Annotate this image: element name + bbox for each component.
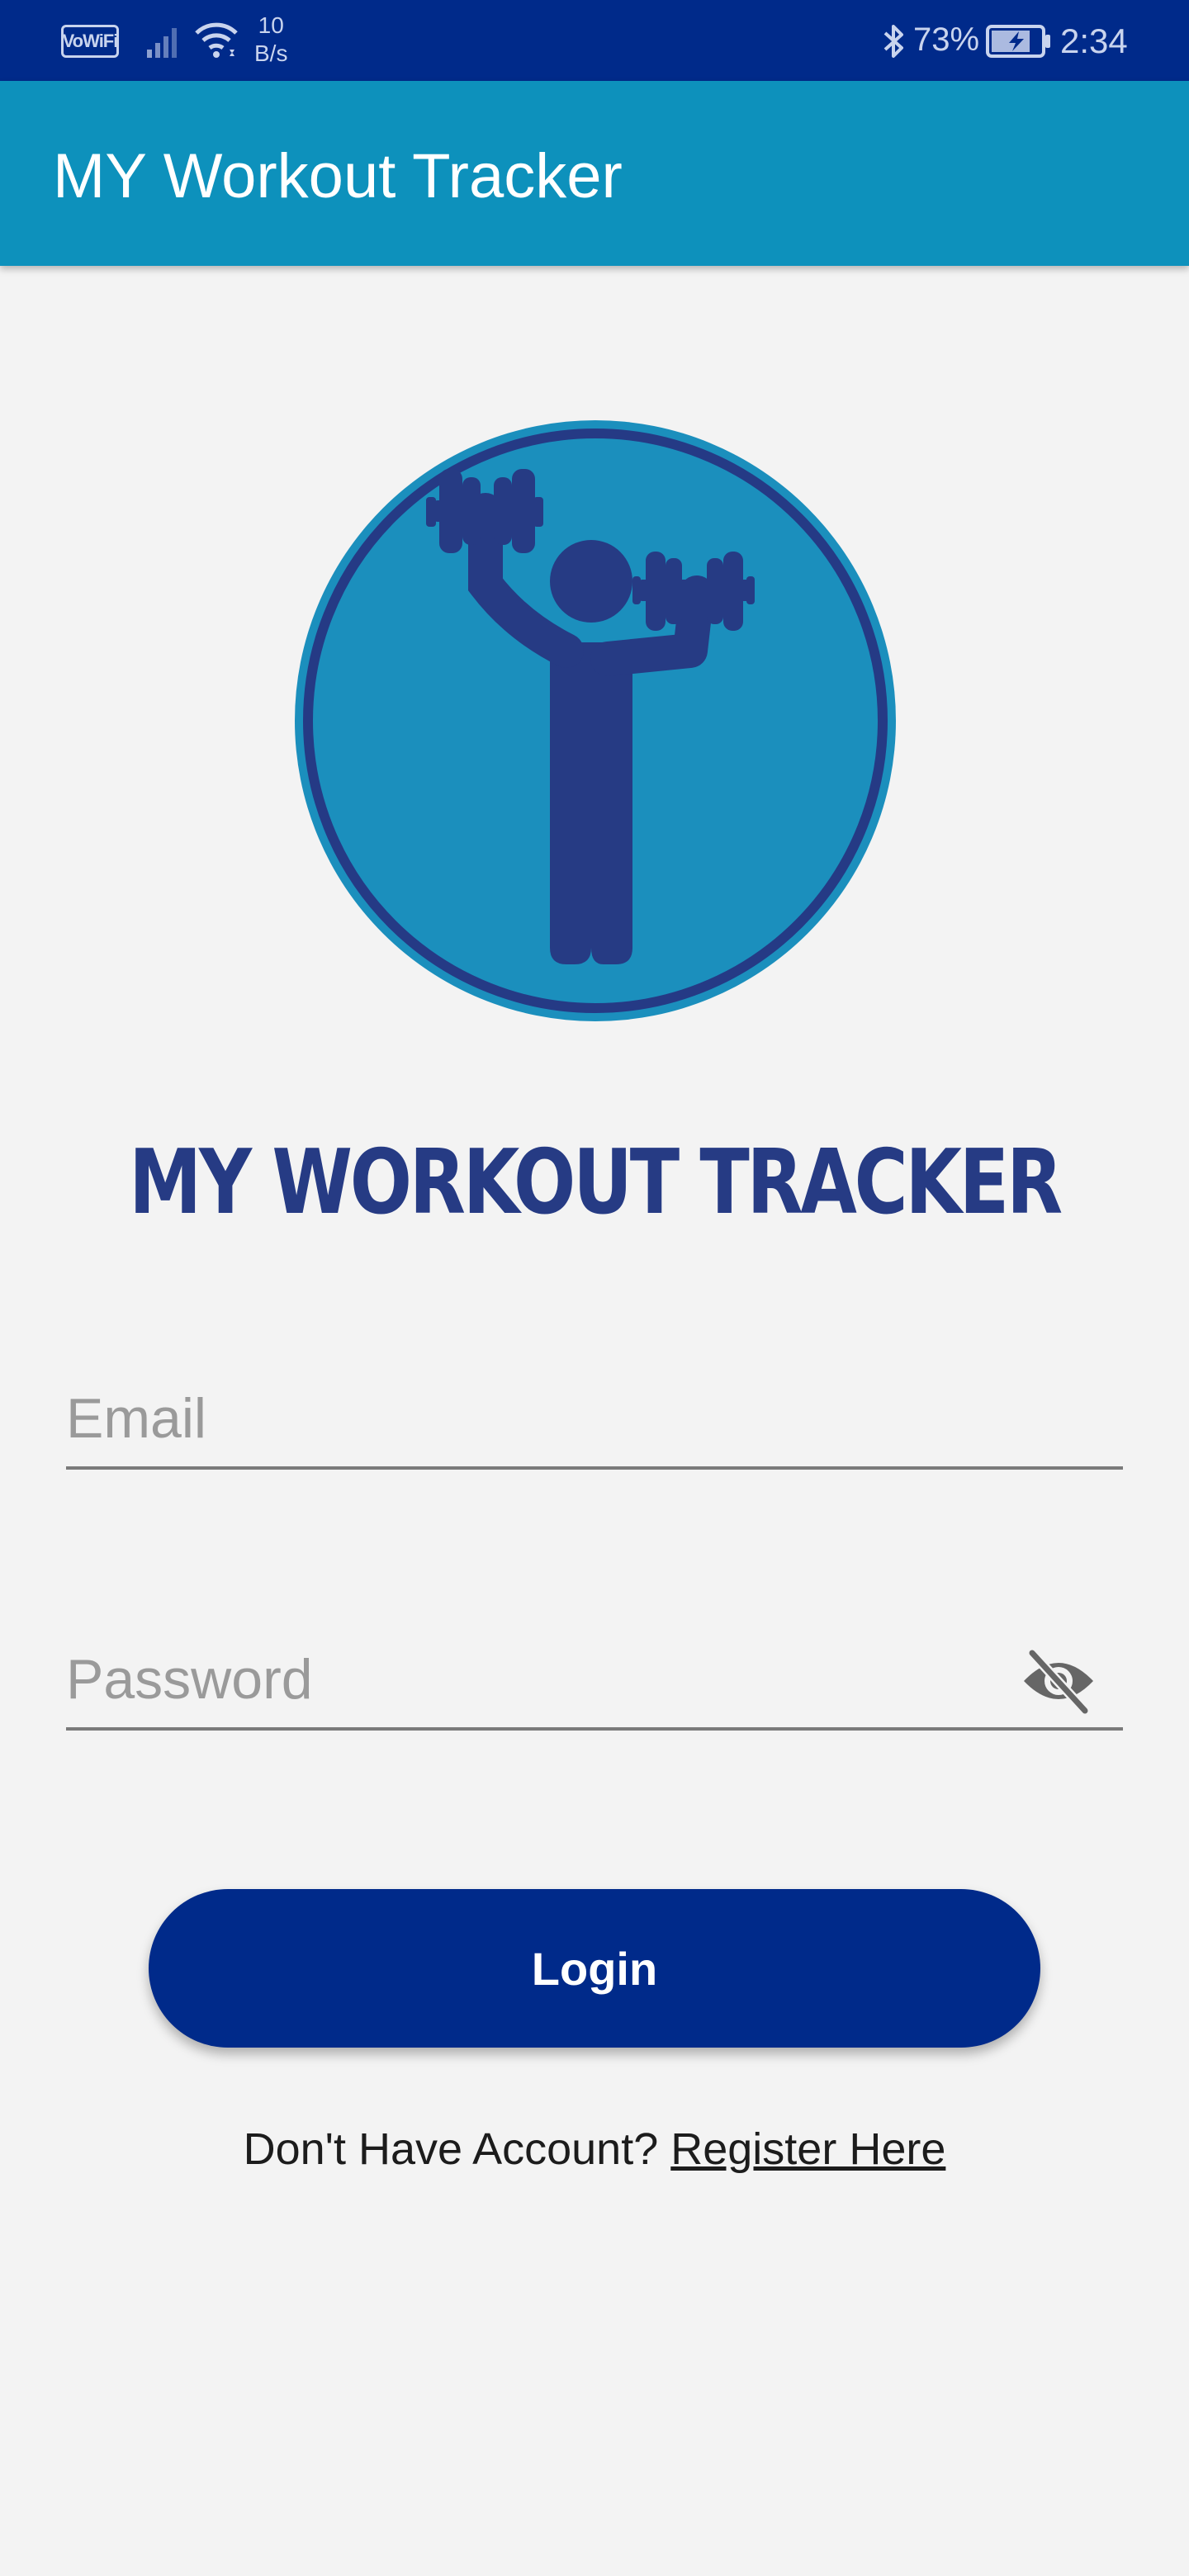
status-bar: VoWiFi 10 B/s 73% 2:34 [0, 0, 1189, 81]
net-speed: 10 B/s [254, 12, 287, 68]
battery-charging-icon [986, 25, 1050, 58]
vowifi-badge: VoWiFi [61, 25, 119, 58]
register-link[interactable]: Register Here [670, 2124, 945, 2174]
dumbbell-lifter-icon [295, 420, 896, 1021]
password-input[interactable] [66, 1631, 1123, 1727]
password-underline [66, 1727, 1123, 1731]
clock: 2:34 [1060, 21, 1128, 60]
app-title: MY Workout Tracker [53, 141, 623, 211]
battery-percent: 73% [913, 21, 980, 58]
password-field[interactable] [66, 1631, 1123, 1731]
eye-off-icon[interactable] [1021, 1648, 1097, 1714]
email-underline [66, 1466, 1123, 1470]
login-button[interactable]: Login [149, 1889, 1040, 2048]
register-row: Don't Have Account? Register Here [0, 2124, 1189, 2175]
brand-title: MY WORKOUT TRACKER [129, 1131, 1063, 1234]
bluetooth-icon [883, 25, 903, 58]
net-speed-value: 10 [258, 12, 284, 38]
email-field[interactable] [66, 1371, 1123, 1470]
signal-icon [147, 28, 177, 58]
wifi-icon [195, 22, 238, 58]
register-prompt: Don't Have Account? [243, 2124, 671, 2174]
app-bar: MY Workout Tracker [0, 81, 1189, 266]
email-input[interactable] [66, 1371, 1123, 1466]
net-speed-unit: B/s [254, 40, 288, 66]
